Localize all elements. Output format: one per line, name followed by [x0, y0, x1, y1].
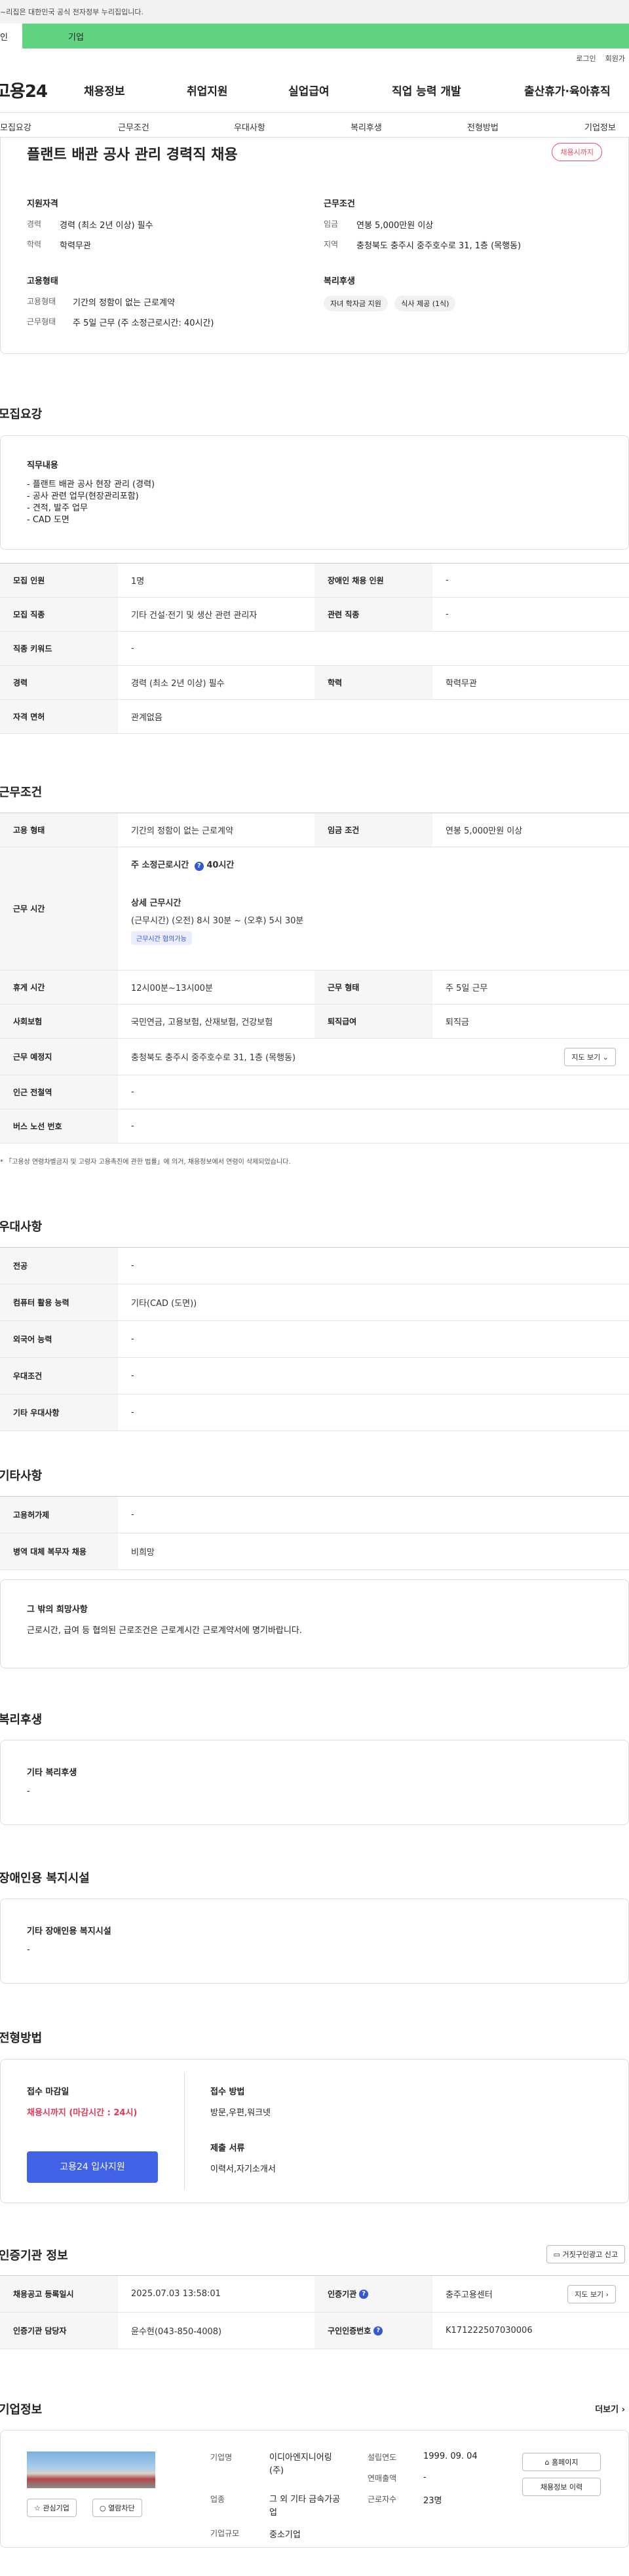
disabled-heading: 장애인용 복지시설	[0, 1872, 90, 1885]
welfare-box: 기타 복리후생 -	[0, 1740, 629, 1825]
anchor-welfare[interactable]: 복리후생	[351, 121, 382, 133]
favorite-company-button[interactable]: ☆ 관심기업	[27, 2499, 77, 2517]
job-title: 플랜트 배관 공사 관리 경력직 채용	[27, 147, 238, 163]
deadline-value: 채용시까지 (마감시간 : 24시)	[27, 2108, 138, 2118]
disabled-box: 기타 장애인용 복지시설 -	[0, 1898, 629, 1984]
welfare-chip: 자녀 학자금 지원	[324, 296, 388, 311]
recruit-heading: 모집요강	[0, 408, 43, 421]
help-icon[interactable]: ?	[194, 862, 204, 871]
wish-box: 그 밖의 희망사항 근로시간, 급여 등 협의된 근로조건은 근로계시간 근로계…	[0, 1579, 629, 1668]
welfare-heading: 복리후생	[0, 1713, 43, 1727]
help-icon[interactable]: ?	[373, 2326, 383, 2336]
nav-item-vocational-training[interactable]: 직업 능력 개발	[392, 82, 461, 98]
hours-negotiable-tag: 근무시간 협의가능	[131, 931, 192, 945]
employment-type-block: 고용형태 고용형태 기간의 정함이 없는 근로계약 근무형태 주 5일 근무 (주 …	[27, 277, 214, 328]
logo[interactable]: 고용24	[0, 78, 80, 102]
welfare-summary-block: 복리후생 자녀 학자금 지원 식사 제공 (1식)	[324, 274, 459, 311]
tab-personal[interactable]: 인	[0, 24, 22, 48]
main-nav: 고용24 채용정보 취업지원 실업급여 직업 능력 개발 출산휴가·육아휴직	[0, 68, 629, 113]
anchor-recruit[interactable]: 모집요강	[0, 121, 31, 133]
report-ad-button[interactable]: ▭ 거짓구인광고 신고	[546, 2245, 625, 2263]
selection-box: 접수 마감일 채용시까지 (마감시간 : 24시) 고용24 입사지원 접수 방…	[0, 2059, 629, 2203]
gov-banner: ~리집은 대한민국 공식 전자정부 누리집입니다.	[0, 0, 629, 24]
nav-item-parental-leave[interactable]: 출산휴가·육아휴직	[524, 82, 611, 98]
map-view-button[interactable]: 지도 보기 ⌄	[564, 1047, 616, 1066]
qualification-block: 지원자격 경력 경력 (최소 2년 이상) 필수 학력 학력무관	[27, 199, 153, 251]
help-icon[interactable]: ?	[359, 2289, 369, 2299]
signup-link[interactable]: 회원가	[605, 53, 625, 64]
anchor-company[interactable]: 기업정보	[584, 121, 616, 133]
anchor-tabs: 모집요강 근무조건 우대사항 복리후생 전형방법 기업정보	[0, 113, 629, 138]
agency-map-button[interactable]: 지도 보기 ›	[567, 2284, 616, 2303]
star-icon: ☆	[34, 2504, 41, 2512]
anchor-preference[interactable]: 우대사항	[234, 121, 265, 133]
summary-card: 플랜트 배관 공사 관리 경력직 채용 채용시까지 지원자격 경력 경력 (최소 …	[0, 138, 629, 354]
welfare-chip: 식사 제공 (1식)	[394, 296, 456, 311]
job-history-button[interactable]: 채용정보 이력	[522, 2478, 601, 2496]
company-image	[27, 2451, 155, 2488]
preference-table: 전공 - 컴퓨터 활용 능력 기타(CAD (도면)) 외국어 능력 - 우대조건 - …	[0, 1247, 629, 1431]
other-heading: 기타사항	[0, 1469, 43, 1483]
nav-item-jobs[interactable]: 채용정보	[84, 82, 125, 98]
age-note: * 「고용상 연령차별금지 및 고령자 고용촉진에 관한 법률」에 의거, 채용…	[0, 1159, 291, 1166]
site-tabs: 인 기업	[0, 24, 629, 48]
home-icon: ⌂	[544, 2458, 550, 2467]
apply-button[interactable]: 고용24 입사지원	[27, 2151, 158, 2183]
company-box: ☆ 관심기업 ○ 열람차단 기업명 이디아엔지니어링(주) 업종 그 외 기타 …	[0, 2430, 629, 2548]
chevron-down-icon: ⌄	[602, 1052, 609, 1062]
agency-table: 채용공고 등록일시 2025.07.03 13:58:01 인증기관? 충주고용…	[0, 2275, 629, 2349]
circle-icon: ○	[100, 2504, 106, 2512]
nav-item-employment-support[interactable]: 취업지원	[187, 82, 228, 98]
other-table: 고용허가제 - 병역 대체 복무자 채용 비희망	[0, 1496, 629, 1570]
duty-box: 직무내용 - 플랜트 배관 공사 현장 관리 (경력) - 공사 관련 업무(현…	[0, 435, 629, 550]
homepage-button[interactable]: ⌂ 홈페이지	[522, 2453, 601, 2471]
conditions-table: 고용 형태 기간의 정함이 없는 근로계약 임금 조건 연봉 5,000만원 이…	[0, 813, 629, 1144]
tab-company[interactable]: 기업	[22, 24, 629, 48]
company-heading: 기업정보	[0, 2403, 43, 2417]
preference-heading: 우대사항	[0, 1220, 43, 1234]
deadline-pill: 채용시까지	[552, 143, 602, 161]
util-menu: 로그인 회원가	[0, 48, 629, 68]
chevron-right-icon: ›	[605, 2290, 609, 2299]
duty-list: - 플랜트 배관 공사 현장 관리 (경력) - 공사 관련 업무(현장관리포함…	[27, 480, 155, 525]
agency-heading: 인증기관 정보	[0, 2249, 68, 2263]
more-link[interactable]: 더보기 ›	[595, 2402, 625, 2415]
document-icon: ▭	[553, 2250, 561, 2259]
conditions-heading: 근무조건	[0, 786, 43, 799]
anchor-selection[interactable]: 전형방법	[467, 121, 499, 133]
nav-item-unemployment-benefit[interactable]: 실업급여	[288, 82, 330, 98]
selection-heading: 전형방법	[0, 2031, 43, 2045]
chevron-right-icon: ›	[621, 2405, 625, 2415]
login-link[interactable]: 로그인	[576, 53, 596, 64]
recruit-table: 모집 인원 1명 장애인 채용 인원 - 모집 직종 기타 건설·전기 및 생산…	[0, 563, 629, 734]
anchor-conditions[interactable]: 근무조건	[118, 121, 149, 133]
work-condition-block: 근무조건 임금 연봉 5,000만원 이상 지역 충청북도 충주시 중주호수로 31…	[324, 199, 522, 251]
work-hours-cell: 주 소정근로시간 ? 40시간 상세 근무시간 (근무시간) (오전) 8시 3…	[118, 847, 629, 970]
block-view-button[interactable]: ○ 열람차단	[92, 2499, 142, 2517]
